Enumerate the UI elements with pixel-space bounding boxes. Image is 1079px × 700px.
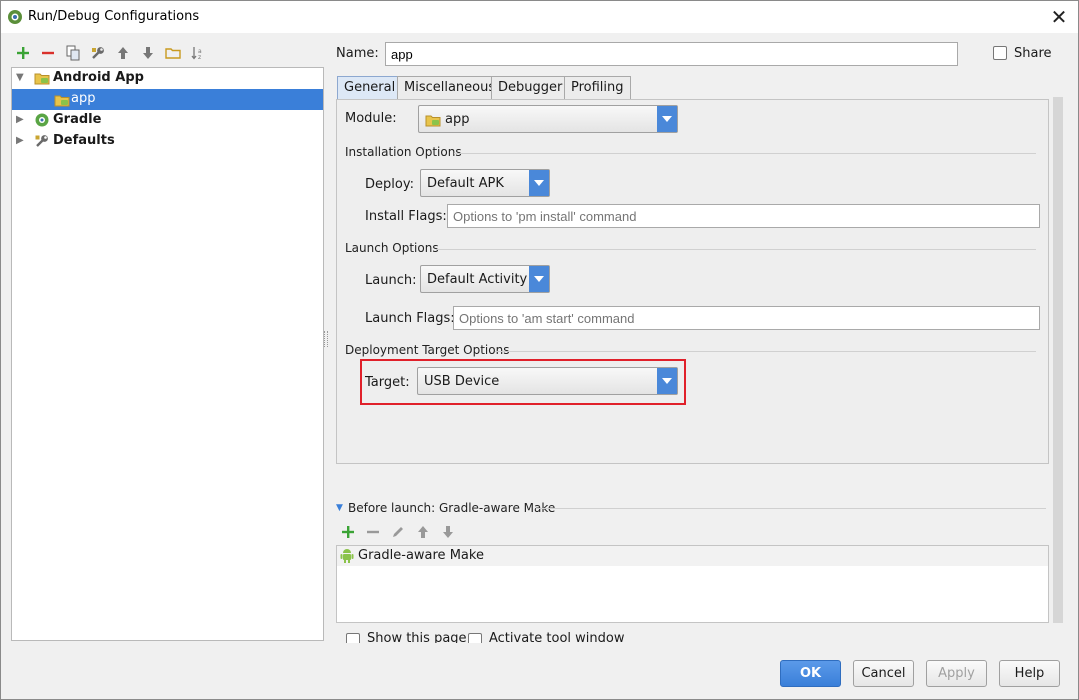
sort-icon[interactable]: az xyxy=(188,43,208,63)
run-debug-dialog: Run/Debug Configurations ✕ az ▼ Android … xyxy=(0,0,1079,700)
help-button[interactable]: Help xyxy=(999,660,1060,687)
configuration-tree: ▼ Android App app ▶ Gradle ▶ Defaults xyxy=(11,67,324,641)
add-icon[interactable] xyxy=(13,43,33,63)
module-value: app xyxy=(445,112,470,127)
move-up-icon[interactable] xyxy=(113,43,133,63)
launch-flags-input[interactable] xyxy=(453,306,1040,330)
apply-button[interactable]: Apply xyxy=(926,660,987,687)
launch-combo[interactable]: Default Activity xyxy=(420,265,550,293)
android-app-icon xyxy=(34,73,50,85)
before-launch-list: Gradle-aware Make xyxy=(336,545,1049,623)
android-icon xyxy=(340,549,354,563)
folder-icon[interactable] xyxy=(163,43,183,63)
tree-item-android-app[interactable]: ▼ Android App xyxy=(12,68,323,89)
collapse-arrow-icon[interactable]: ▼ xyxy=(336,503,343,513)
move-task-up-icon[interactable] xyxy=(413,522,433,542)
show-page-label: Show this page xyxy=(367,631,467,643)
app-config-icon xyxy=(54,95,70,107)
show-page-checkbox[interactable] xyxy=(346,633,360,643)
tree-label: Gradle xyxy=(53,112,102,127)
install-flags-label: Install Flags: xyxy=(365,209,447,224)
add-task-icon[interactable] xyxy=(338,522,358,542)
before-launch-header[interactable]: Before launch: Gradle-aware Make xyxy=(348,501,555,515)
activate-tool-window-checkbox[interactable] xyxy=(468,633,482,643)
separator xyxy=(495,351,1036,352)
move-task-down-icon[interactable] xyxy=(438,522,458,542)
dropdown-arrow-icon[interactable] xyxy=(529,266,549,292)
edit-task-icon[interactable] xyxy=(388,522,408,542)
separator xyxy=(454,153,1036,154)
deploy-label: Deploy: xyxy=(365,177,414,192)
expanded-arrow-icon[interactable]: ▼ xyxy=(16,72,24,83)
launch-flags-label: Launch Flags: xyxy=(365,311,455,326)
tab-miscellaneous[interactable]: Miscellaneous xyxy=(397,76,503,100)
collapsed-arrow-icon[interactable]: ▶ xyxy=(16,114,24,125)
copy-icon[interactable] xyxy=(63,43,83,63)
tab-profiling[interactable]: Profiling xyxy=(564,76,631,100)
move-down-icon[interactable] xyxy=(138,43,158,63)
dropdown-arrow-icon[interactable] xyxy=(529,170,549,196)
tree-label: Defaults xyxy=(53,133,115,148)
wrench-icon xyxy=(35,135,48,147)
tab-debugger[interactable]: Debugger xyxy=(491,76,570,100)
deployment-section-title: Deployment Target Options xyxy=(345,343,510,357)
module-label: Module: xyxy=(345,111,397,126)
gradle-icon xyxy=(35,113,49,127)
launch-label: Launch: xyxy=(365,273,417,288)
dropdown-arrow-icon[interactable] xyxy=(657,106,677,132)
list-item-label: Gradle-aware Make xyxy=(358,548,484,563)
close-button[interactable]: ✕ xyxy=(1044,3,1074,31)
remove-icon[interactable] xyxy=(38,43,58,63)
list-item[interactable]: Gradle-aware Make xyxy=(337,546,1048,566)
activate-tool-window-label: Activate tool window xyxy=(489,631,625,643)
bottom-options: Show this page Activate tool window xyxy=(337,631,1057,643)
collapsed-arrow-icon[interactable]: ▶ xyxy=(16,135,24,146)
vertical-scrollbar[interactable] xyxy=(1053,97,1063,623)
remove-task-icon[interactable] xyxy=(363,522,383,542)
annotation-highlight-box xyxy=(360,359,686,405)
name-input[interactable] xyxy=(385,42,958,66)
name-label: Name: xyxy=(336,46,379,61)
wrench-icon[interactable] xyxy=(88,43,108,63)
tree-label: Android App xyxy=(53,70,144,85)
general-panel: Module: app Installation Options Deploy:… xyxy=(336,99,1049,464)
tree-label: app xyxy=(71,91,96,106)
window-title: Run/Debug Configurations xyxy=(28,9,200,24)
tree-item-app[interactable]: app xyxy=(12,89,323,110)
svg-text:z: z xyxy=(198,54,201,61)
launch-value: Default Activity xyxy=(427,272,528,287)
android-studio-icon xyxy=(8,10,22,24)
deploy-combo[interactable]: Default APK xyxy=(420,169,550,197)
module-combo[interactable]: app xyxy=(418,105,678,133)
separator xyxy=(436,249,1036,250)
ok-button[interactable]: OK xyxy=(780,660,841,687)
close-icon[interactable]: ✕ xyxy=(1051,5,1068,29)
deploy-value: Default APK xyxy=(427,176,504,191)
cancel-button[interactable]: Cancel xyxy=(853,660,914,687)
title-bar: Run/Debug Configurations ✕ xyxy=(1,1,1078,33)
launch-section-title: Launch Options xyxy=(345,241,439,255)
share-checkbox[interactable] xyxy=(993,46,1007,60)
module-icon xyxy=(425,115,441,127)
installation-section-title: Installation Options xyxy=(345,145,462,159)
tree-item-defaults[interactable]: ▶ Defaults xyxy=(12,131,323,152)
share-label: Share xyxy=(1014,46,1052,61)
tab-general[interactable]: General xyxy=(337,76,403,100)
install-flags-input[interactable] xyxy=(447,204,1040,228)
splitter-handle[interactable] xyxy=(324,331,328,347)
tree-item-gradle[interactable]: ▶ Gradle xyxy=(12,110,323,131)
separator xyxy=(536,508,1046,509)
